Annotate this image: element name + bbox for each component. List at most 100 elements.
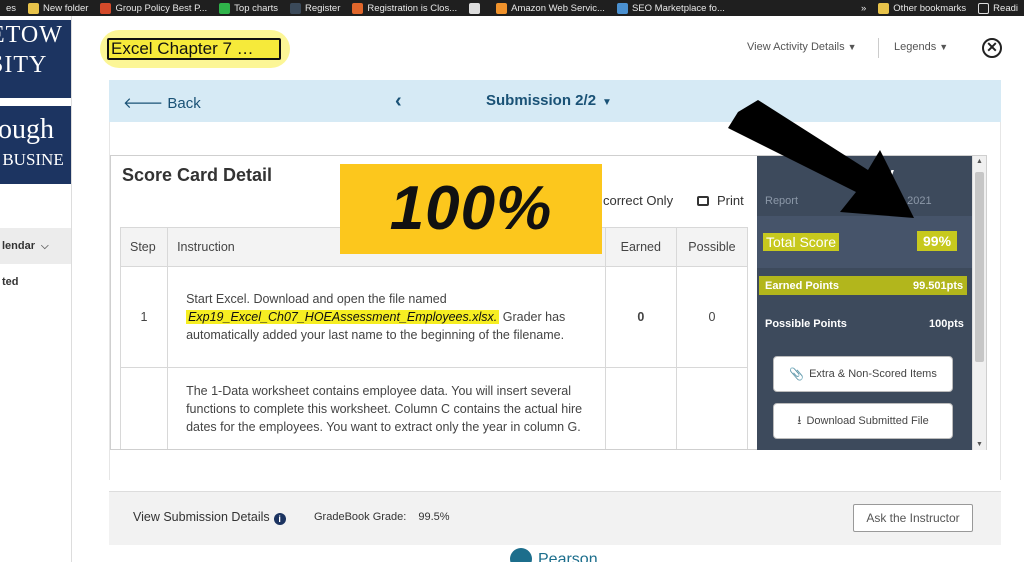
highlighted-filename: Exp19_Excel_Ch07_HOEAssessment_Employees… (186, 310, 500, 324)
reading-list-icon (978, 2, 990, 14)
col-possible: Possible (675, 227, 749, 267)
earned-points-label: Earned Points (765, 280, 839, 292)
bookmark-item[interactable]: Top charts (213, 2, 284, 14)
other-bookmarks[interactable]: Other bookmarks (872, 2, 972, 14)
logo2-line-2: T BUSINE (0, 150, 64, 169)
score-card-title: Score Card Detail (122, 165, 273, 185)
close-button[interactable]: ✕ (982, 38, 1002, 58)
percent-overlay: 100% (340, 164, 602, 254)
step-number (119, 367, 169, 449)
chevron-down-icon: ⌵ (41, 240, 49, 252)
sidebar-item-2[interactable]: ted (2, 276, 19, 288)
correct-only-label: correct Only (603, 193, 674, 208)
legends-button[interactable]: Legends ▼ (894, 41, 948, 53)
pearson-label: Pearson (538, 551, 598, 562)
sidebar-item-label: ted (2, 276, 19, 288)
close-icon: ✕ (986, 39, 998, 55)
bookmark-label: Registration is Clos... (367, 2, 458, 14)
legends-label: Legends (894, 41, 937, 53)
instruction-part: The 1-Data worksheet contains employee d… (186, 384, 583, 434)
logo2-line-1: ough (0, 114, 54, 145)
bookmark-label: Group Policy Best P... (115, 2, 208, 14)
possible-points-value: 100pts (929, 318, 964, 330)
submission-nav-bar: 🡐 Back ‹ Submission 2/2 ▼ (109, 80, 1001, 122)
download-button-label: Download Submitted File (806, 415, 929, 427)
other-bookmarks-label: Other bookmarks (893, 2, 967, 14)
gradebook-label: GradeBook Grade: (314, 511, 407, 523)
possible-points-label: Possible Points (765, 318, 847, 330)
summary-title: mary (851, 164, 895, 184)
bookmark-label: Register (305, 2, 341, 14)
bookmark-label: Amazon Web Servic... (511, 2, 605, 14)
bookmark-label: Top charts (234, 2, 278, 14)
scroll-up-icon[interactable]: ▲ (976, 158, 983, 165)
logo-line-2: SITY (0, 52, 48, 78)
bookmark-label: es (6, 2, 17, 14)
bookmark-icon (352, 2, 364, 14)
table-row: 1 Start Excel. Download and open the fil… (119, 266, 749, 368)
gradebook-value: 99.5% (418, 511, 450, 523)
bookmarks-right: » Other bookmarks Readi (855, 0, 1024, 16)
caret-down-icon: ▼ (602, 97, 612, 108)
reading-list[interactable]: Readi (972, 2, 1024, 14)
extra-non-scored-button[interactable]: 📎 Extra & Non-Scored Items (773, 356, 953, 392)
bookmark-item[interactable]: New folder (22, 2, 94, 14)
business-school-logo: ough T BUSINE (0, 106, 71, 184)
bookmark-icon (290, 2, 301, 14)
bookmark-item[interactable] (463, 2, 490, 14)
ask-instructor-label: Ask the Instructor (866, 511, 960, 525)
chevron-down-icon: ▼ (939, 42, 949, 52)
bookmark-item[interactable]: Register (284, 2, 346, 14)
ask-instructor-button[interactable]: Ask the Instructor (853, 504, 973, 532)
print-button[interactable]: Print (697, 193, 744, 208)
bookmark-item[interactable]: Group Policy Best P... (94, 2, 213, 14)
col-step: Step (119, 227, 169, 267)
activity-title: Excel Chapter 7 … (107, 38, 281, 60)
back-button[interactable]: 🡐 Back (123, 93, 201, 112)
earned-value (604, 367, 677, 449)
download-submitted-file-button[interactable]: ⭳ Download Submitted File (773, 403, 953, 439)
previous-submission-button[interactable]: ‹ (395, 90, 402, 113)
submission-selector[interactable]: Submission 2/2 ▼ (486, 92, 612, 109)
instruction-text: Start Excel. Download and open the file … (167, 266, 606, 368)
total-score-label: Total Score (763, 233, 840, 251)
report-label: Report (765, 195, 799, 207)
possible-value: 0 (675, 266, 749, 368)
score-summary-panel: mary Report , 2021 Total Score 99% Earne… (757, 156, 972, 450)
bookmarks-bar: es New folder Group Policy Best P... Top ch… (0, 0, 1024, 16)
instruction-text: The 1-Data worksheet contains employee d… (167, 367, 606, 449)
earned-value: 0 (604, 266, 677, 368)
back-label: Back (167, 95, 201, 112)
bookmark-item[interactable]: es (0, 3, 22, 14)
reading-list-label: Readi (993, 2, 1018, 14)
more-label: » (861, 2, 867, 14)
paperclip-icon: 📎 (789, 367, 805, 381)
view-activity-details-button[interactable]: View Activity Details ▼ (747, 41, 857, 53)
submission-footer: View Submission Details i GradeBook Grade… (109, 491, 1001, 545)
bookmarks-more-button[interactable]: » (855, 3, 872, 14)
bookmark-icon (496, 2, 508, 14)
info-icon[interactable]: i (273, 513, 286, 525)
bookmark-icon (100, 2, 112, 14)
scroll-down-icon[interactable]: ▼ (976, 441, 983, 448)
bookmark-label: New folder (43, 2, 89, 14)
bookmark-item[interactable]: Amazon Web Servic... (490, 2, 611, 14)
bookmark-icon (616, 2, 628, 14)
sidebar-item-calendar[interactable]: lendar ⌵ (0, 228, 71, 264)
view-submission-label: View Submission Details (133, 510, 270, 524)
bookmark-item[interactable]: Registration is Clos... (346, 2, 463, 14)
view-submission-details[interactable]: View Submission Details i (133, 510, 286, 525)
total-score-value: 99% (917, 231, 958, 251)
summary-scrollbar[interactable]: ▲ ▼ (972, 156, 986, 450)
scroll-thumb[interactable] (975, 172, 984, 362)
download-icon: ⭳ (797, 412, 802, 427)
bookmark-icon (469, 2, 481, 14)
pearson-logo: Pearson (510, 548, 598, 562)
table-row: The 1-Data worksheet contains employee d… (119, 367, 749, 449)
bookmark-item[interactable]: SEO Marketplace fo... (611, 2, 731, 14)
correct-only-toggle[interactable]: correct Only (603, 193, 673, 208)
extra-button-label: Extra & Non-Scored Items (809, 368, 937, 380)
instruction-part: Start Excel. Download and open the file … (186, 292, 447, 306)
gradebook-grade: GradeBook Grade: 99.5% (314, 511, 450, 523)
report-date: , 2021 (901, 195, 932, 207)
